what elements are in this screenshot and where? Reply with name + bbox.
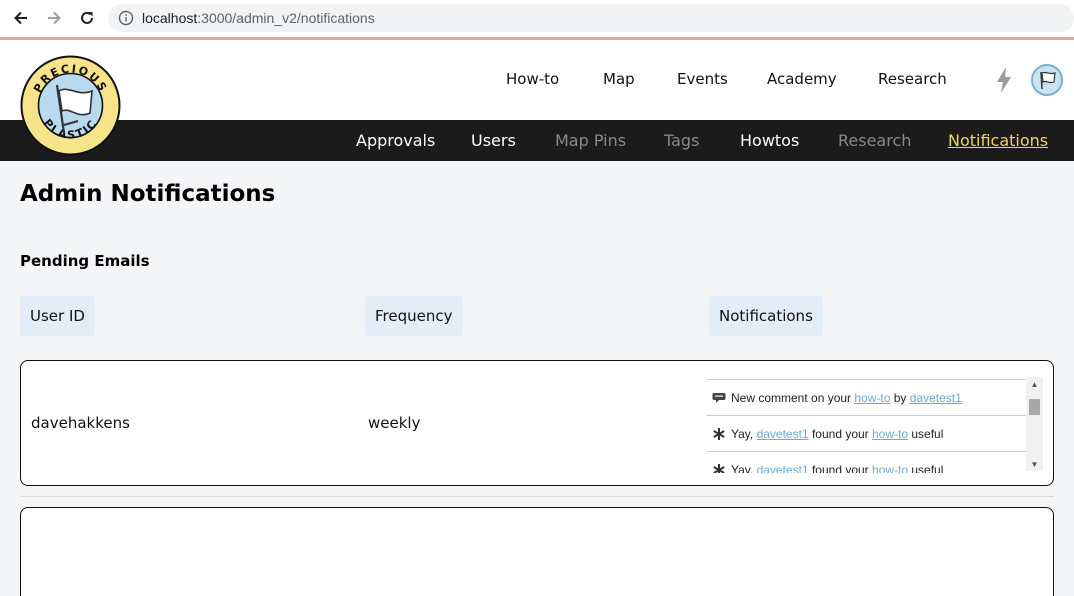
notification-text: Yay, <box>731 462 757 474</box>
admin-tab-notifications[interactable]: Notifications <box>948 131 1048 150</box>
comment-icon <box>706 392 731 404</box>
row-divider <box>20 496 1054 497</box>
lightning-icon[interactable] <box>996 67 1012 98</box>
notification-text: found your <box>808 462 872 474</box>
nav-how-to[interactable]: How-to <box>506 70 559 88</box>
url-path: :3000/admin_v2/notifications <box>197 10 375 26</box>
nav-map[interactable]: Map <box>603 70 635 88</box>
table-row: davehakkens weekly New comment on your h… <box>20 360 1054 486</box>
url-host: localhost <box>142 10 198 26</box>
list-item: Yay, davetest1 found your how-to useful <box>706 451 1026 473</box>
admin-tab-research[interactable]: Research <box>838 131 911 150</box>
asterisk-icon <box>706 427 731 441</box>
notification-link[interactable]: davetest1 <box>757 463 809 474</box>
info-icon[interactable] <box>118 10 134 26</box>
notification-text: found your <box>808 426 872 441</box>
admin-tab-users[interactable]: Users <box>471 131 516 150</box>
precious-plastic-logo[interactable]: PRECIOUS PLASTIC <box>20 55 121 156</box>
site-header: How-to Map Events Academy Research <box>0 40 1074 120</box>
page-title: Admin Notifications <box>20 181 276 207</box>
notification-text: by <box>890 390 910 405</box>
notification-text: New comment on your <box>731 390 855 405</box>
nav-research[interactable]: Research <box>878 70 947 88</box>
scroll-down-icon[interactable]: ▼ <box>1026 457 1043 471</box>
arrow-left-icon[interactable] <box>9 6 33 30</box>
list-item: New comment on your how-to by davetest1 <box>706 379 1026 415</box>
browser-toolbar: localhost:3000/admin_v2/notifications <box>0 0 1074 37</box>
column-header-frequency: Frequency <box>365 296 463 336</box>
column-header-user-id: User ID <box>20 296 95 336</box>
list-item: Yay, davetest1 found your how-to useful <box>706 415 1026 451</box>
flag-avatar-icon[interactable] <box>1031 64 1063 96</box>
notification-text: Yay, <box>731 426 757 441</box>
nav-events[interactable]: Events <box>677 70 728 88</box>
notification-link[interactable]: davetest1 <box>757 427 809 441</box>
section-title: Pending Emails <box>20 252 150 270</box>
frequency-cell: weekly <box>368 414 421 432</box>
nav-academy[interactable]: Academy <box>767 70 837 88</box>
asterisk-icon <box>706 463 731 473</box>
notification-text: useful <box>908 462 944 474</box>
admin-tab-approvals[interactable]: Approvals <box>356 131 435 150</box>
address-bar[interactable]: localhost:3000/admin_v2/notifications <box>108 4 1074 32</box>
admin-tab-howtos[interactable]: Howtos <box>740 131 799 150</box>
arrow-right-icon[interactable] <box>42 6 66 30</box>
notification-link[interactable]: how-to <box>872 427 908 441</box>
reload-icon[interactable] <box>75 6 99 30</box>
admin-tab-map-pins[interactable]: Map Pins <box>555 131 626 150</box>
notifications-list[interactable]: New comment on your how-to by davetest1 … <box>706 377 1044 473</box>
scroll-thumb[interactable] <box>1029 399 1040 415</box>
notification-link[interactable]: how-to <box>872 463 908 474</box>
table-row-empty <box>20 507 1054 596</box>
user-id-cell: davehakkens <box>31 414 130 432</box>
admin-tab-tags[interactable]: Tags <box>664 131 699 150</box>
scroll-up-icon[interactable]: ▲ <box>1026 377 1043 391</box>
notifications-scrollbar[interactable]: ▲ ▼ <box>1026 377 1043 471</box>
notification-text: useful <box>908 426 944 441</box>
admin-nav-bar: Approvals Users Map Pins Tags Howtos Res… <box>0 120 1074 161</box>
notification-link[interactable]: davetest1 <box>910 391 962 405</box>
column-header-notifications: Notifications <box>709 296 823 336</box>
notification-link[interactable]: how-to <box>854 391 890 405</box>
